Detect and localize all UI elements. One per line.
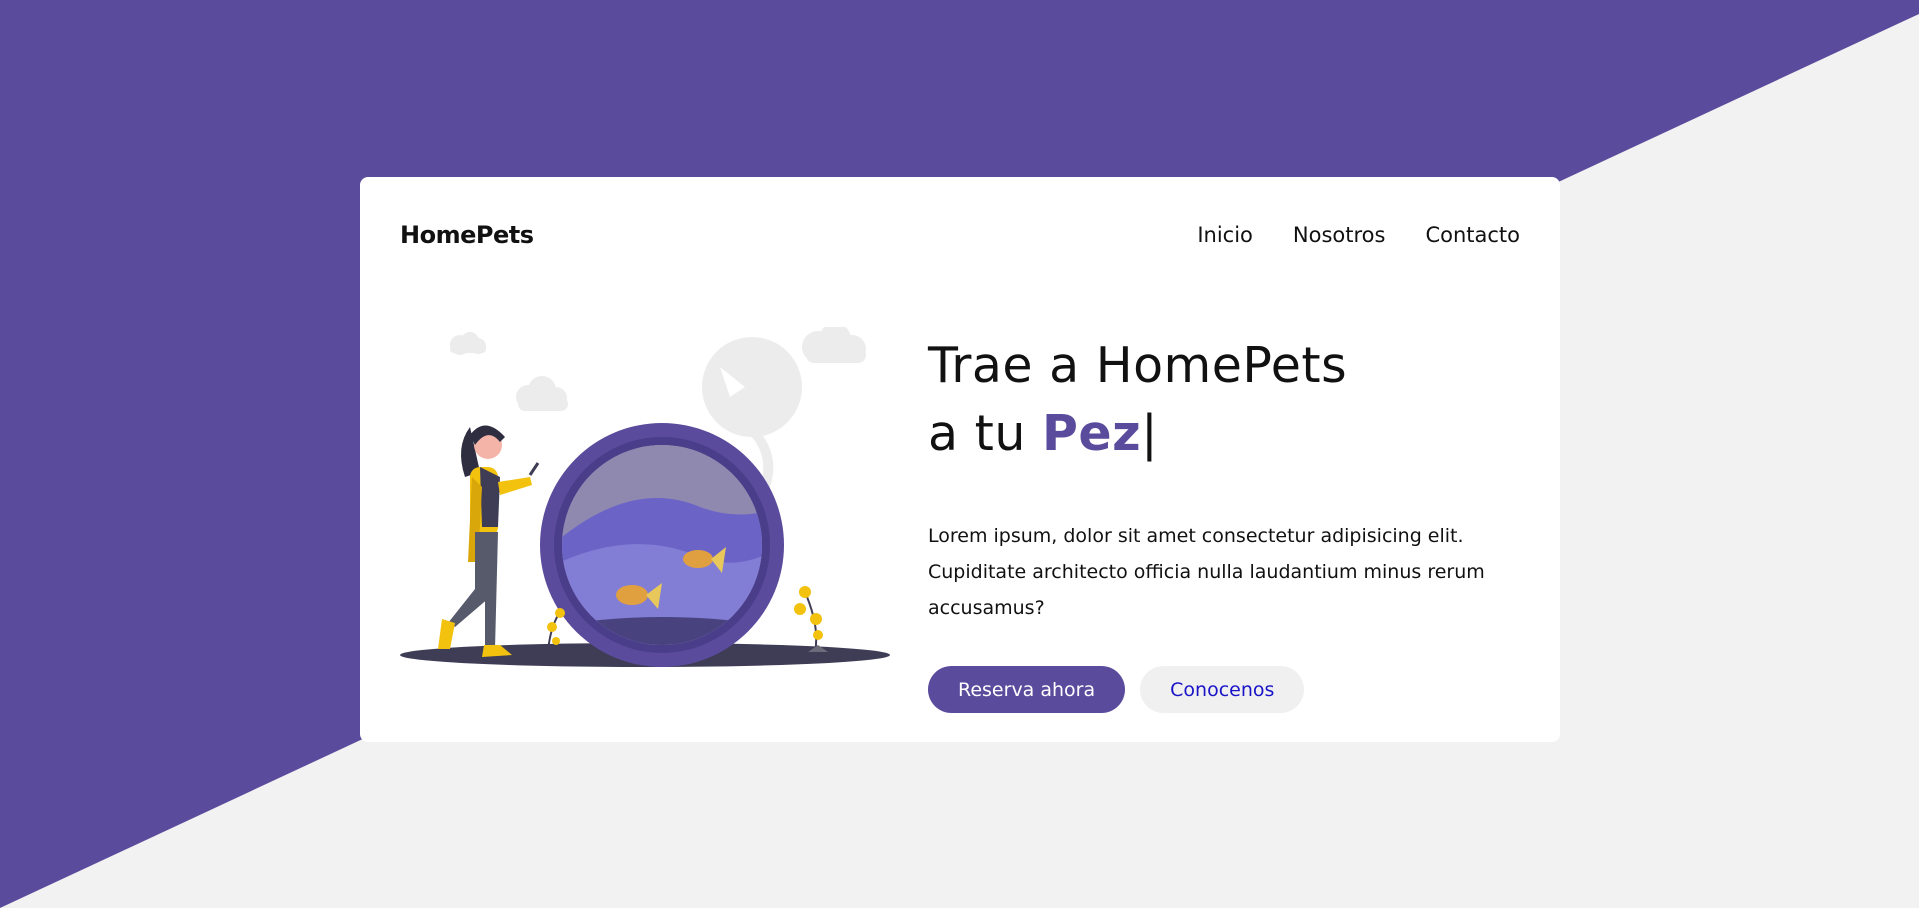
- hero-content: Trae a HomePets a tu Pez| Lorem ipsum, d…: [928, 332, 1528, 713]
- nav-link-inicio[interactable]: Inicio: [1197, 223, 1253, 247]
- typing-cursor: |: [1141, 405, 1159, 462]
- woman-with-fishbowl-illustration: [400, 327, 890, 667]
- cloud-icon: [450, 332, 486, 355]
- hero-title: Trae a HomePets a tu Pez|: [928, 332, 1528, 468]
- hero-actions: Reserva ahora Conocenos: [928, 666, 1528, 713]
- hero-title-highlight: Pez: [1041, 405, 1142, 462]
- fishbowl-icon: [540, 423, 784, 667]
- hero-title-line2-prefix: a tu: [928, 405, 1042, 462]
- hero-card: HomePets Inicio Nosotros Contacto Trae a…: [360, 177, 1560, 742]
- nav-link-contacto[interactable]: Contacto: [1425, 223, 1520, 247]
- reserve-now-button[interactable]: Reserva ahora: [928, 666, 1126, 713]
- nav-links: Inicio Nosotros Contacto: [1197, 223, 1520, 247]
- brand-logo[interactable]: HomePets: [400, 221, 534, 249]
- learn-more-button[interactable]: Conocenos: [1140, 666, 1305, 713]
- cloud-icon: [516, 376, 568, 411]
- nav-link-nosotros[interactable]: Nosotros: [1293, 223, 1386, 247]
- hero-title-line1: Trae a HomePets: [928, 337, 1348, 394]
- navbar: HomePets Inicio Nosotros Contacto: [400, 217, 1520, 253]
- cloud-icon: [802, 327, 866, 363]
- hero-description: Lorem ipsum, dolor sit amet consectetur …: [928, 525, 1485, 619]
- woman-figure: [438, 425, 540, 657]
- plant-icon: [794, 586, 828, 653]
